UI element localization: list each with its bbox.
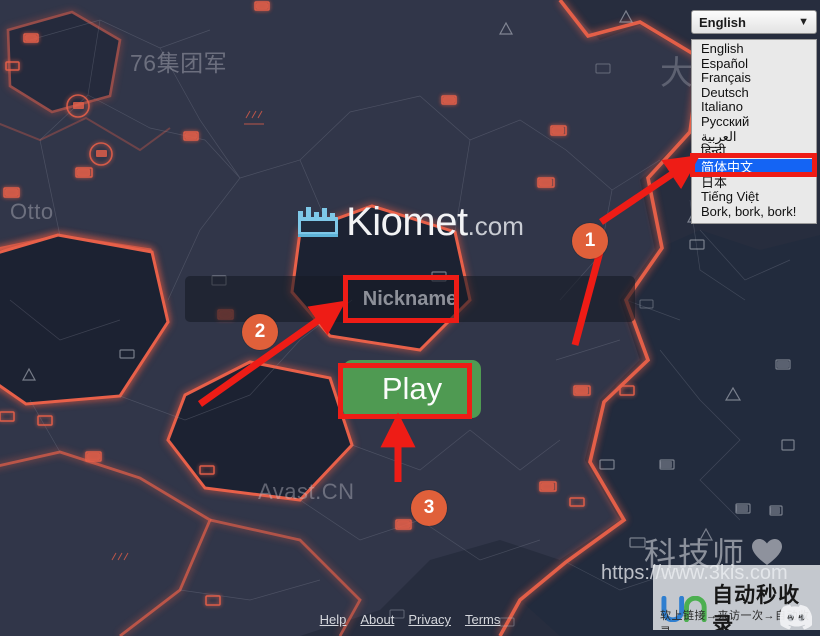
footer-link-help[interactable]: Help	[320, 612, 347, 627]
battleship-icon	[298, 207, 339, 237]
language-option-russian[interactable]: Русский	[692, 114, 816, 130]
site-name: Kiomet.com	[346, 202, 524, 242]
game-landing-page: 76集团军 Otto Avast.CN 大 Kiomet.com Play En…	[0, 0, 820, 636]
language-option-list[interactable]: English Español Français Deutsch Italian…	[691, 39, 817, 224]
language-select-value: English	[699, 14, 746, 30]
language-selector[interactable]: English ▼ English Español Français Deuts…	[691, 10, 817, 224]
nickname-bar[interactable]	[185, 276, 635, 322]
footer-links: Help About Privacy Terms	[0, 612, 820, 627]
discord-icon[interactable]	[780, 604, 812, 630]
language-option-french[interactable]: Français	[692, 71, 816, 86]
footer-link-privacy[interactable]: Privacy	[408, 612, 451, 627]
language-option-bork[interactable]: Bork, bork, bork!	[692, 204, 816, 220]
language-option-japanese[interactable]: 日本	[692, 175, 816, 191]
language-option-hindi[interactable]: हिन्दी	[692, 144, 816, 159]
footer-link-terms[interactable]: Terms	[465, 612, 500, 627]
site-tld: .com	[467, 211, 524, 241]
chevron-down-icon: ▼	[798, 16, 809, 28]
language-option-english[interactable]: English	[692, 41, 816, 57]
nickname-input[interactable]	[185, 276, 635, 322]
language-option-chinese[interactable]: 简体中文	[692, 158, 816, 176]
language-option-arabic[interactable]: العربية	[692, 129, 816, 145]
site-name-text: Kiomet	[346, 200, 468, 244]
language-option-german[interactable]: Deutsch	[692, 85, 816, 101]
language-option-spanish[interactable]: Español	[692, 56, 816, 72]
language-option-italian[interactable]: Italiano	[692, 100, 816, 115]
site-logo: Kiomet.com	[296, 198, 524, 246]
play-button[interactable]: Play	[343, 360, 481, 418]
footer-link-about[interactable]: About	[360, 612, 394, 627]
language-select-head[interactable]: English ▼	[691, 10, 817, 34]
language-option-vietnamese[interactable]: Tiếng Việt	[692, 190, 816, 205]
